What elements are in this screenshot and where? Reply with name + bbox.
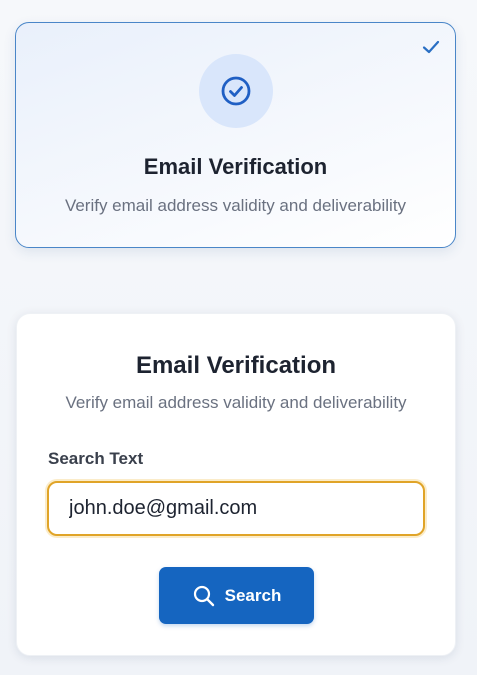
search-icon [192, 584, 216, 608]
checkmark-icon [421, 37, 441, 57]
email-verification-option-card[interactable]: Email Verification Verify email address … [15, 22, 456, 248]
search-button-label: Search [224, 585, 282, 605]
search-button[interactable]: Search [159, 567, 314, 624]
search-text-input[interactable] [47, 481, 425, 536]
option-card-description: Verify email address validity and delive… [64, 196, 407, 215]
option-card-title: Email Verification [143, 154, 328, 179]
form-description: Verify email address validity and delive… [65, 393, 407, 412]
form-title: Email Verification [135, 352, 337, 379]
email-verification-form: Email Verification Verify email address … [16, 313, 456, 656]
search-text-label: Search Text [48, 449, 144, 468]
check-circle-icon [198, 54, 273, 128]
